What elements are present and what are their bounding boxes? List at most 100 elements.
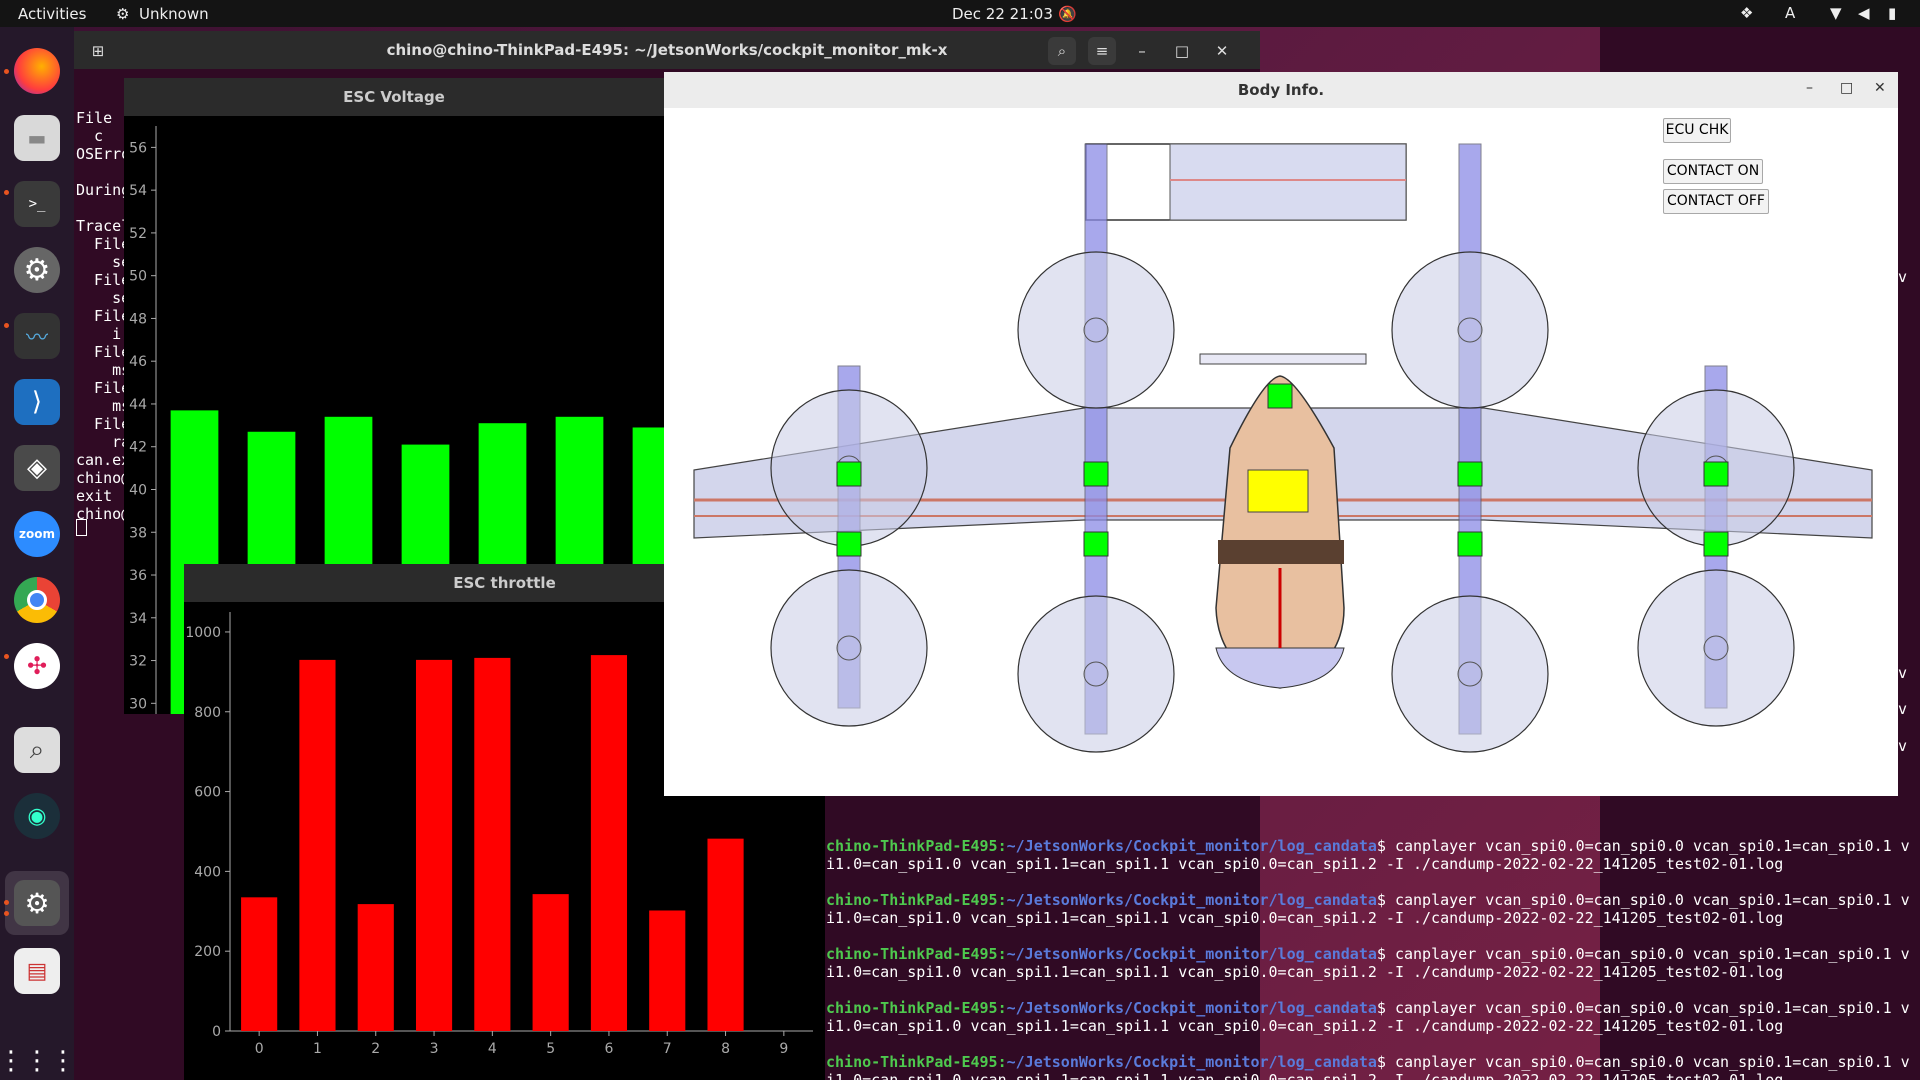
y-tick-label: 48 xyxy=(129,311,147,327)
esc-throttle-bar xyxy=(299,659,336,1031)
gitkraken-icon[interactable]: ◉ xyxy=(14,793,60,839)
menu-icon[interactable]: ≡ xyxy=(1088,37,1116,65)
terminal-line: OSErro xyxy=(76,145,131,163)
system-monitor-icon[interactable]: 〰 xyxy=(14,313,60,359)
running-indicator xyxy=(4,654,9,659)
wrapped-text: v xyxy=(1898,664,1908,682)
maximize-icon[interactable]: □ xyxy=(1168,37,1196,65)
wrapped-text: v xyxy=(1898,700,1908,718)
contact-off-button[interactable]: CONTACT OFF xyxy=(1663,189,1769,214)
minimize-icon[interactable]: – xyxy=(1806,80,1813,96)
body-info-canvas: ECU CHK CONTACT ON CONTACT OFF xyxy=(664,108,1898,796)
vscode-icon[interactable]: ⟩ xyxy=(14,379,60,425)
terminal-line: ra xyxy=(76,433,131,451)
terminal-line: exit xyxy=(76,487,113,505)
command-continuation: i1.0=can_spi1.0 vcan_spi1.1=can_spi1.1 v… xyxy=(826,855,1784,873)
motor-status-indicator xyxy=(1703,531,1729,557)
text-cursor xyxy=(76,519,87,536)
command-continuation: i1.0=can_spi1.0 vcan_spi1.1=can_spi1.1 v… xyxy=(826,909,1784,927)
terminal-line: File xyxy=(76,109,113,127)
close-icon[interactable]: ✕ xyxy=(1874,80,1886,96)
top-bar: Activities ⚙ Unknown Dec 22 21:03 🔕 ❖ A … xyxy=(0,0,1920,27)
app-menu-icon: ⚙ xyxy=(116,5,130,23)
esc-throttle-bar xyxy=(590,655,628,1031)
terminal-line: File xyxy=(76,343,131,361)
x-tick-label: 3 xyxy=(430,1041,439,1057)
y-tick-label: 400 xyxy=(194,864,221,880)
zoom-icon[interactable]: zoom xyxy=(14,511,60,557)
prompt-path: ~/JetsonWorks/Cockpit_monitor/log_candat… xyxy=(1006,945,1377,963)
ecu-check-button[interactable]: ECU CHK xyxy=(1663,118,1731,143)
terminal-line: ms xyxy=(76,361,131,379)
volume-icon[interactable]: ◀ xyxy=(1858,4,1870,22)
unity-icon[interactable]: ◈ xyxy=(14,445,60,491)
image-viewer-icon[interactable]: ⌕ xyxy=(14,727,60,773)
y-tick-label: 0 xyxy=(212,1024,221,1040)
wrapped-text: v xyxy=(1898,268,1908,286)
terminal-line: File xyxy=(76,271,131,289)
y-tick-label: 56 xyxy=(129,140,147,156)
y-tick-label: 30 xyxy=(129,696,147,712)
terminal-line: File xyxy=(76,235,131,253)
rotor-disc xyxy=(1391,251,1549,409)
terminal-line: se xyxy=(76,289,131,307)
motor-status-indicator xyxy=(1457,461,1483,487)
maximize-icon[interactable]: □ xyxy=(1840,80,1853,96)
search-icon[interactable]: ⌕ xyxy=(1048,37,1076,65)
y-tick-label: 46 xyxy=(129,354,147,370)
contact-on-button[interactable]: CONTACT ON xyxy=(1663,159,1763,184)
command-continuation: i1.0=can_spi1.0 vcan_spi1.1=can_spi1.1 v… xyxy=(826,963,1784,981)
x-tick-label: 5 xyxy=(546,1041,555,1057)
running-indicator xyxy=(4,323,9,328)
activities-button[interactable]: Activities xyxy=(18,5,86,23)
y-tick-label: 600 xyxy=(194,785,221,801)
rotor-disc xyxy=(1017,595,1175,753)
esc-voltage-title: ESC Voltage xyxy=(343,88,445,106)
clock[interactable]: Dec 22 21:03 xyxy=(952,5,1053,23)
terminal-line: During xyxy=(76,181,131,199)
prompt-line: chino-ThinkPad-E495:~/JetsonWorks/Cockpi… xyxy=(826,891,1910,909)
prompt-line: chino-ThinkPad-E495:~/JetsonWorks/Cockpi… xyxy=(826,999,1910,1017)
terminal-line: File xyxy=(76,307,131,325)
app-grid-icon[interactable]: ⋮⋮⋮ xyxy=(0,1038,76,1080)
running-indicator xyxy=(4,69,9,74)
terminal-line: ms xyxy=(76,397,131,415)
prompt-user: chino-ThinkPad-E495: xyxy=(826,1053,1007,1071)
firefox-icon[interactable] xyxy=(14,48,60,94)
prompt-line: chino-ThinkPad-E495:~/JetsonWorks/Cockpi… xyxy=(826,945,1910,963)
motor-status-indicator xyxy=(1083,461,1109,487)
chrome-icon[interactable] xyxy=(14,577,60,623)
settings-icon[interactable]: ⚙ xyxy=(14,247,60,293)
dock: ▬ >_ ⚙ 〰 ⟩ ◈ zoom ✣ ⌕ ◉ ⚙ ▤ ⋮⋮⋮ xyxy=(0,27,76,1080)
battery-icon[interactable]: ▮ xyxy=(1888,4,1896,22)
terminal-line: chino@ xyxy=(76,469,131,487)
network-tray-icon[interactable]: ❖ xyxy=(1740,4,1753,22)
terminal-titlebar[interactable]: ⊞ chino@chino-ThinkPad-E495: ~/JetsonWor… xyxy=(74,31,1260,69)
command-continuation: i1.0=can_spi1.0 vcan_spi1.1=can_spi1.1 v… xyxy=(826,1071,1784,1080)
x-tick-label: 0 xyxy=(255,1041,264,1057)
prompt-user: chino-ThinkPad-E495: xyxy=(826,837,1007,855)
y-tick-label: 32 xyxy=(129,654,147,670)
body-info-titlebar[interactable]: Body Info. – □ ✕ xyxy=(664,72,1898,108)
document-viewer-icon[interactable]: ▤ xyxy=(14,948,60,994)
running-indicator xyxy=(4,190,9,195)
esc-throttle-bar xyxy=(357,904,394,1031)
esc-throttle-bar xyxy=(532,894,569,1031)
esc-throttle-bar xyxy=(707,838,744,1031)
wifi-icon[interactable]: ▼ xyxy=(1830,4,1842,22)
files-icon[interactable]: ▬ xyxy=(14,115,60,161)
close-icon[interactable]: ✕ xyxy=(1208,37,1236,65)
input-method-indicator[interactable]: A xyxy=(1785,4,1795,22)
minimize-icon[interactable]: – xyxy=(1128,37,1156,65)
y-tick-label: 200 xyxy=(194,944,221,960)
slack-icon[interactable]: ✣ xyxy=(14,643,60,689)
terminal-line: can.ex xyxy=(76,451,131,469)
terminal-icon[interactable]: >_ xyxy=(14,181,60,227)
command-continuation: i1.0=can_spi1.0 vcan_spi1.1=can_spi1.1 v… xyxy=(826,1017,1784,1035)
app-menu[interactable]: Unknown xyxy=(139,5,209,23)
esc-throttle-bar xyxy=(241,897,278,1031)
settings-active-icon[interactable]: ⚙ xyxy=(14,880,60,926)
terminal-title: chino@chino-ThinkPad-E495: ~/JetsonWorks… xyxy=(386,41,948,59)
esc-voltage-titlebar[interactable]: ESC Voltage xyxy=(124,78,664,116)
running-indicator xyxy=(4,900,9,905)
